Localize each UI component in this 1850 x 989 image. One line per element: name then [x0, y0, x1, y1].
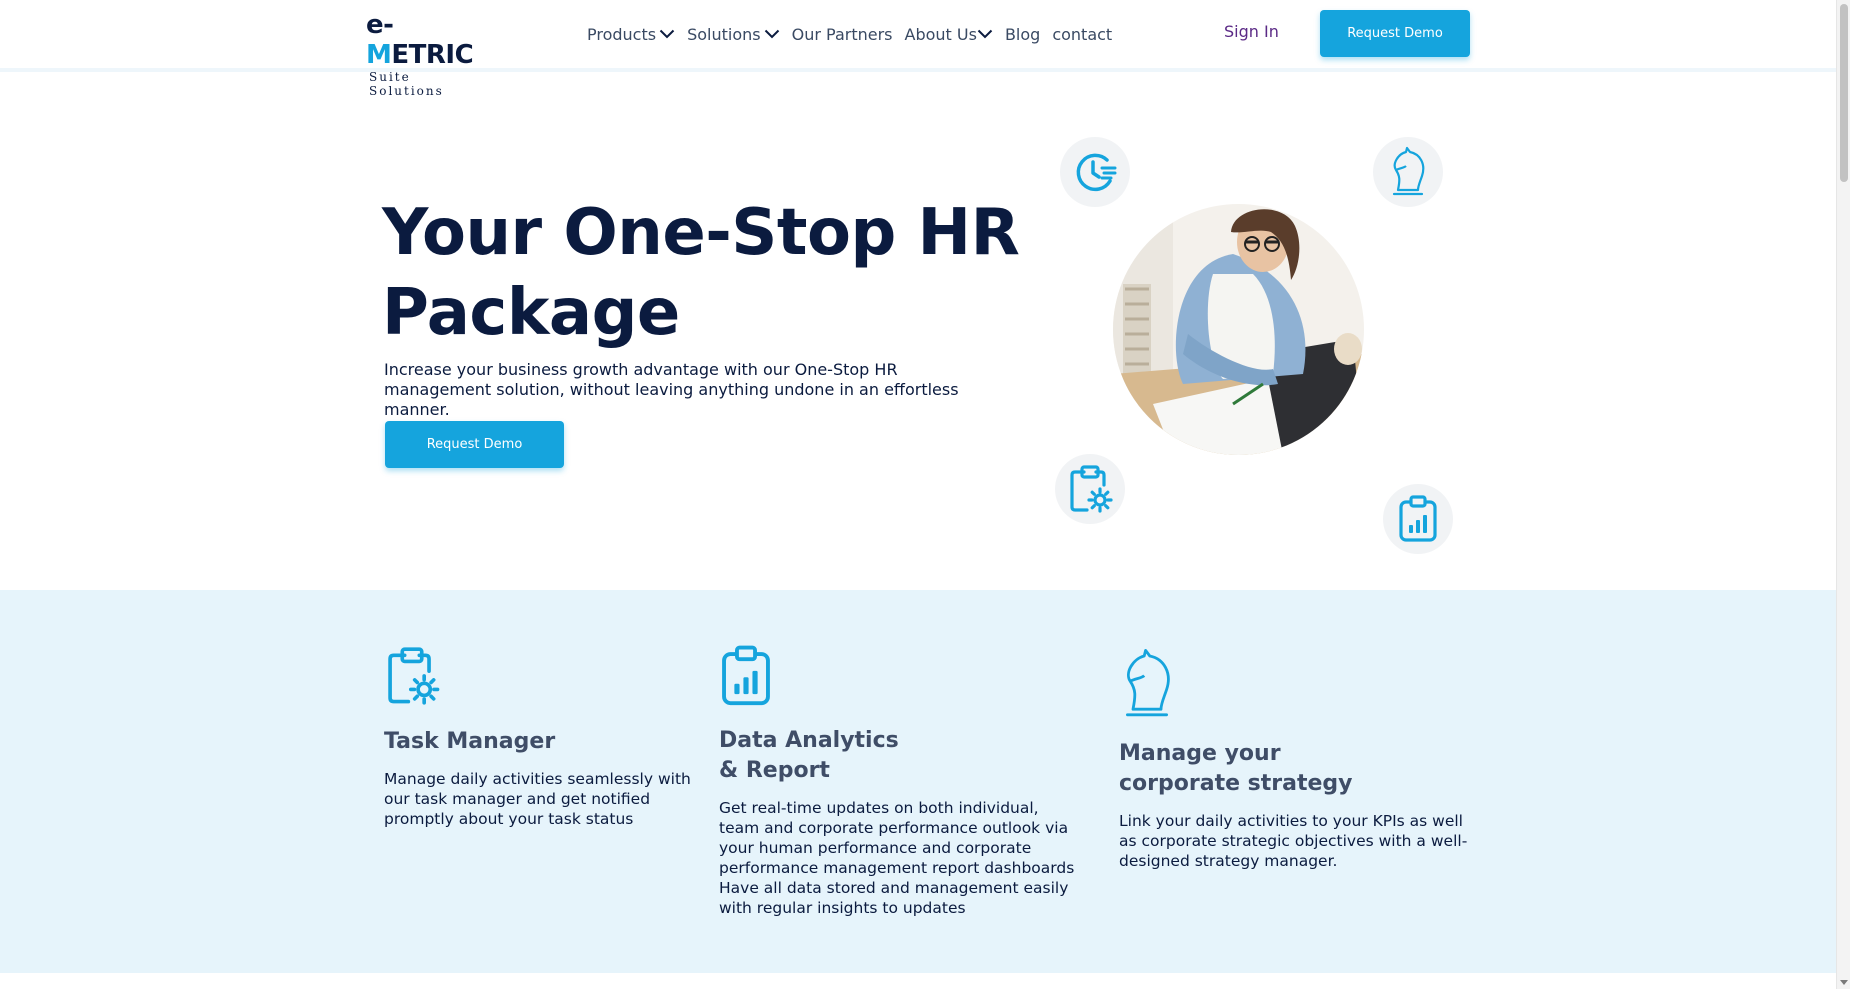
feature-description: Link your daily activities to your KPIs …: [1119, 812, 1468, 870]
nav-item-solutions[interactable]: Solutions: [687, 25, 780, 44]
nav-item-label: Our Partners: [791, 24, 893, 44]
feature-description: Get real-time updates on both individual…: [719, 799, 1075, 917]
clipboard-gear-icon: [1055, 454, 1125, 524]
hero-subtitle: Increase your business growth advantage …: [384, 360, 959, 419]
nav-item-blog[interactable]: Blog: [1005, 25, 1040, 44]
hero-request-demo-button[interactable]: Request Demo: [385, 421, 564, 468]
top-navbar: e-METRIC Suite Solutions Products Soluti…: [0, 0, 1836, 98]
feature-description: Manage daily activities seamlessly with …: [384, 770, 691, 828]
logo-tagline: Suite Solutions: [369, 70, 444, 98]
feature-title: Manage your corporate strategy: [1119, 741, 1353, 796]
main-nav: Products Solutions Our Partners About Us…: [587, 22, 1124, 46]
nav-item-about-us[interactable]: About Us: [905, 25, 993, 44]
clipboard-gear-icon: [384, 645, 694, 711]
woman-writing-photo: [1113, 204, 1364, 455]
logo-wordmark: e-METRIC: [366, 10, 474, 70]
feature-task-manager: Task Manager Manage daily activities sea…: [384, 645, 694, 829]
hero-title: Your One-Stop HR Package: [382, 196, 1020, 350]
nav-item-label: Solutions: [687, 24, 761, 44]
features-section: Task Manager Manage daily activities sea…: [0, 590, 1836, 973]
nav-item-our-partners[interactable]: Our Partners: [792, 25, 893, 44]
clipboard-chart-icon: [719, 645, 1083, 711]
scroll-down-arrow-icon[interactable]: [1840, 978, 1848, 986]
feature-title: Task Manager: [384, 729, 556, 754]
page-scrollbar[interactable]: [1836, 0, 1850, 989]
nav-item-label: Blog: [1004, 24, 1041, 44]
chevron-down-icon: [764, 29, 779, 39]
nav-item-label: About Us: [904, 24, 977, 44]
clipboard-chart-icon: [1383, 484, 1453, 554]
sign-in-link[interactable]: Sign In: [1224, 22, 1279, 41]
feature-data-analytics: Data Analytics & Report Get real-time up…: [719, 645, 1083, 918]
nav-item-label: Products: [587, 24, 657, 44]
scrollbar-thumb[interactable]: [1840, 4, 1848, 182]
chess-knight-icon: [1373, 137, 1443, 207]
nav-item-label: contact: [1052, 24, 1113, 44]
emetric-logo[interactable]: e-METRIC Suite Solutions: [366, 10, 490, 98]
nav-request-demo-button[interactable]: Request Demo: [1320, 10, 1470, 57]
chess-knight-icon: [1119, 645, 1469, 727]
clock-list-icon: [1060, 137, 1130, 207]
feature-corporate-strategy: Manage your corporate strategy Link your…: [1119, 645, 1469, 871]
feature-title: Data Analytics & Report: [719, 728, 899, 783]
chevron-down-icon: [659, 29, 675, 39]
nav-item-products[interactable]: Products: [587, 25, 675, 44]
chevron-down-icon: [977, 29, 993, 39]
nav-item-contact[interactable]: contact: [1052, 25, 1112, 44]
